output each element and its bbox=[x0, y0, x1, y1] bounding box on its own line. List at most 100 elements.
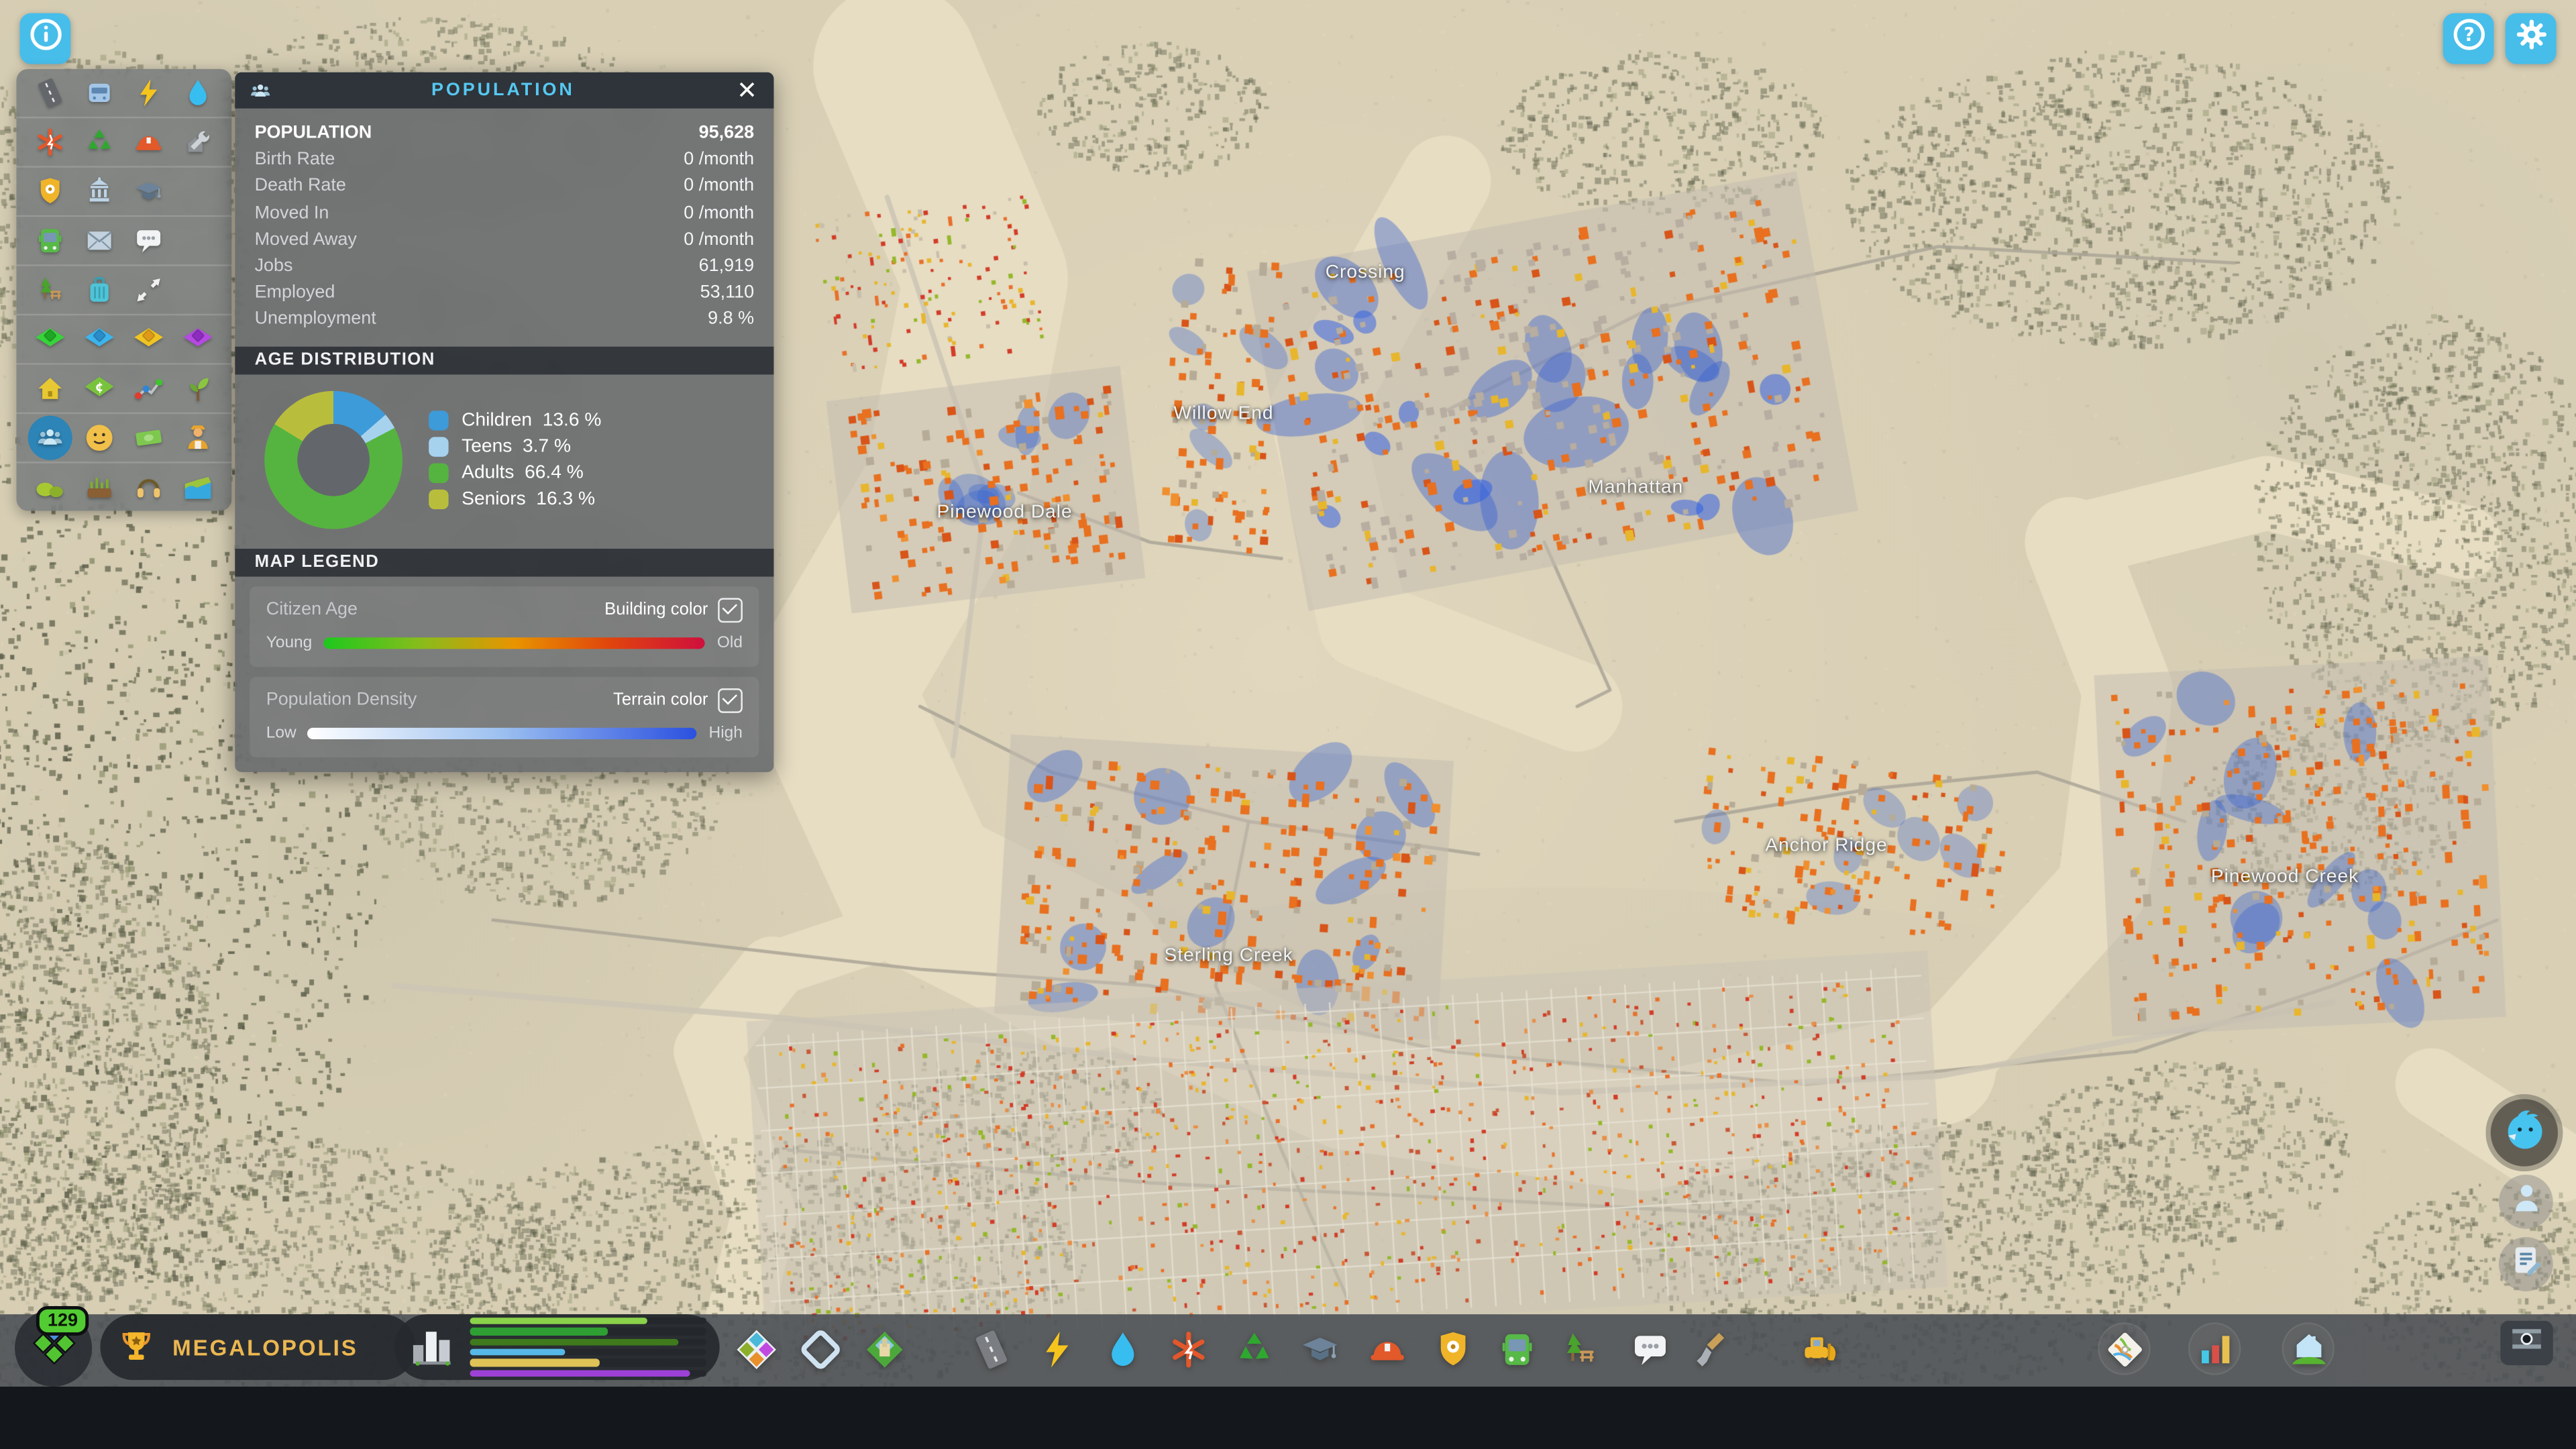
infoview-maintenance-button[interactable] bbox=[172, 121, 221, 164]
infoview-population-button[interactable] bbox=[25, 415, 74, 460]
infoview-administration-button[interactable] bbox=[74, 170, 123, 213]
garbage-icon bbox=[1233, 1328, 1274, 1369]
infoview-garbage-button[interactable] bbox=[74, 121, 123, 164]
infoview-greenery-button[interactable] bbox=[25, 466, 74, 508]
tool-roads-button[interactable] bbox=[966, 1324, 1015, 1373]
tool-parks-button[interactable] bbox=[1554, 1324, 1603, 1373]
police-icon bbox=[1432, 1328, 1472, 1369]
infoview-row bbox=[16, 266, 232, 316]
infoview-health-button[interactable] bbox=[25, 121, 74, 164]
demand-button[interactable] bbox=[394, 1314, 720, 1381]
close-icon[interactable]: ✕ bbox=[733, 78, 761, 103]
infoview-parks-button[interactable] bbox=[25, 268, 74, 311]
infoview-row bbox=[16, 69, 232, 119]
tool-city-info-button[interactable] bbox=[2284, 1324, 2333, 1374]
routes-icon bbox=[132, 274, 164, 306]
stat-value: 61,919 bbox=[698, 256, 755, 276]
infoview-land-value-button[interactable]: ¢ bbox=[74, 367, 123, 410]
age-legend-text: Children 13.6 % bbox=[462, 410, 602, 430]
tool-electricity-button[interactable] bbox=[1032, 1324, 1081, 1373]
age-legend-item: Adults 66.4 % bbox=[429, 462, 601, 483]
legend-toggle-label: Terrain color bbox=[613, 690, 708, 710]
citizen-icon bbox=[2508, 1179, 2544, 1224]
citizen-button[interactable] bbox=[2498, 1175, 2553, 1229]
age-distribution-chart: Children 13.6 % Teens 3.7 % Adults 66.4 % S… bbox=[235, 374, 773, 548]
population-panel-header: POPULATION ✕ bbox=[235, 72, 774, 109]
tool-bulldozer-button[interactable] bbox=[1796, 1324, 1845, 1373]
tool-fire-button[interactable] bbox=[1362, 1324, 1411, 1373]
education-icon bbox=[132, 176, 164, 207]
stat-row: Moved In 0 /month bbox=[255, 200, 754, 227]
tool-garbage-button[interactable] bbox=[1229, 1324, 1278, 1373]
health-icon bbox=[1167, 1328, 1208, 1369]
infoview-electricity-button[interactable] bbox=[123, 72, 172, 115]
population-stats: POPULATION 95,628 Birth Rate 0 /month Death … bbox=[235, 109, 773, 346]
infoview-economy-button[interactable] bbox=[123, 417, 172, 460]
infoview-connections-button[interactable] bbox=[123, 367, 172, 410]
infoview-noise-button[interactable] bbox=[123, 466, 172, 508]
infoview-residential-button[interactable] bbox=[25, 367, 74, 410]
legend-checkbox[interactable] bbox=[718, 597, 743, 623]
infoview-growth-button[interactable] bbox=[172, 367, 221, 410]
infoview-communications-button[interactable] bbox=[123, 219, 172, 262]
tool-education-button[interactable] bbox=[1295, 1324, 1344, 1373]
legend-checkbox[interactable] bbox=[718, 688, 743, 712]
infoview-row bbox=[16, 118, 232, 168]
age-legend-text: Adults 66.4 % bbox=[462, 462, 584, 483]
infoview-zone-office-button[interactable] bbox=[172, 318, 221, 361]
tool-zones-button[interactable] bbox=[731, 1324, 780, 1373]
infoview-post-button[interactable] bbox=[74, 219, 123, 262]
fire-icon bbox=[1366, 1328, 1407, 1369]
tool-landscaping-button[interactable] bbox=[1690, 1324, 1739, 1373]
city-buildings-icon bbox=[407, 1322, 456, 1371]
tool-communications-button[interactable] bbox=[1625, 1324, 1674, 1373]
map-legend: Citizen Age Building color Young Old Popu… bbox=[235, 576, 773, 771]
tool-map-button[interactable] bbox=[2099, 1324, 2149, 1374]
infoview-water-button[interactable] bbox=[172, 72, 221, 115]
infoview-tourism-button[interactable] bbox=[74, 268, 123, 311]
infoview-fertility-button[interactable] bbox=[74, 466, 123, 508]
infoview-police-button[interactable] bbox=[25, 170, 74, 213]
tool-landmarks-button[interactable] bbox=[859, 1324, 908, 1373]
infoview-road-button[interactable] bbox=[25, 72, 74, 115]
tool-police-button[interactable] bbox=[1428, 1324, 1477, 1373]
infoview-zone-commercial-button[interactable] bbox=[74, 318, 123, 361]
infoview-vehicle-button[interactable] bbox=[74, 72, 123, 115]
help-button[interactable]: ? bbox=[2443, 13, 2494, 64]
infoview-row bbox=[16, 217, 232, 266]
tool-statistics-button[interactable] bbox=[2190, 1324, 2239, 1374]
infoview-zone-industrial-button[interactable] bbox=[123, 318, 172, 361]
tool-health-button[interactable] bbox=[1163, 1324, 1212, 1373]
legend-gradient-bar bbox=[307, 727, 698, 739]
infoview-row bbox=[16, 315, 232, 365]
stat-row: POPULATION 95,628 bbox=[255, 120, 754, 147]
stat-label: Moved In bbox=[254, 203, 329, 223]
infoview-happiness-button[interactable] bbox=[74, 417, 123, 460]
infoview-row bbox=[16, 414, 232, 464]
age-legend: Children 13.6 % Teens 3.7 % Adults 66.4 % S… bbox=[429, 404, 601, 516]
tool-water-button[interactable] bbox=[1097, 1324, 1146, 1373]
age-donut-chart bbox=[264, 390, 403, 529]
stat-value: 53,110 bbox=[700, 282, 755, 303]
photo-mode-button[interactable] bbox=[2500, 1320, 2553, 1366]
chirper-bird-icon bbox=[2500, 1104, 2548, 1162]
journal-button[interactable] bbox=[2498, 1237, 2553, 1291]
vehicle-icon bbox=[83, 77, 115, 109]
tool-areas-button[interactable] bbox=[795, 1324, 844, 1373]
city-progress-button[interactable]: MEGALOPOLIS bbox=[100, 1314, 416, 1381]
connections-icon bbox=[132, 373, 164, 405]
infoview-education-button[interactable] bbox=[123, 170, 172, 213]
tool-transit-button[interactable] bbox=[1492, 1324, 1541, 1373]
infoview-fire-button[interactable] bbox=[123, 121, 172, 164]
infoview-transit-button[interactable] bbox=[25, 219, 74, 262]
age-legend-text: Teens 3.7 % bbox=[462, 436, 571, 456]
infoview-zone-residential-button[interactable] bbox=[25, 318, 74, 361]
infoview-routes-button[interactable] bbox=[123, 268, 172, 311]
infoview-workplaces-button[interactable] bbox=[172, 417, 221, 460]
stat-value: 9.8 % bbox=[708, 309, 755, 329]
settings-button[interactable] bbox=[2505, 13, 2557, 64]
infoviews-toggle-button[interactable] bbox=[19, 13, 71, 64]
chirper-button[interactable] bbox=[2490, 1099, 2559, 1167]
infoview-pollution-button[interactable] bbox=[172, 466, 221, 508]
stat-label: Employed bbox=[254, 282, 335, 303]
